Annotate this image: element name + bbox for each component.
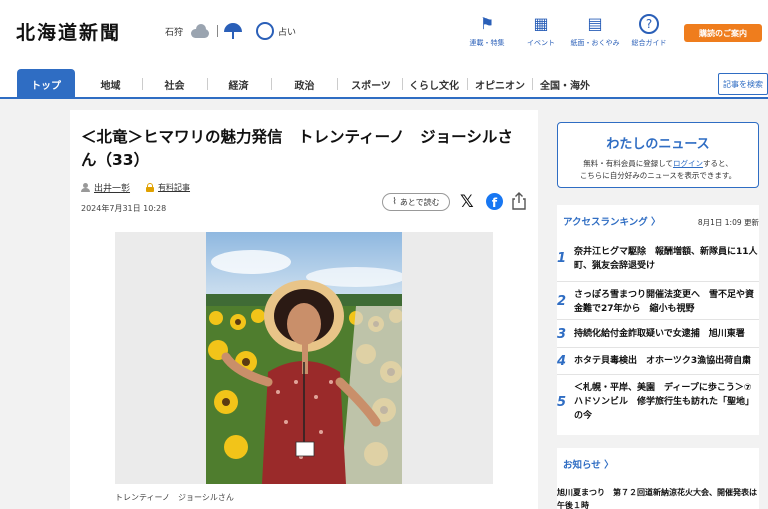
fortune-icon: [256, 22, 275, 40]
tab-society[interactable]: 社会: [152, 72, 197, 96]
nav-guide-label: 総合ガイド: [631, 39, 667, 47]
notice-section: お知らせ 〉 旭川夏まつり 第７２回道新納涼花火大会、開催発表は午後１時: [557, 448, 759, 509]
rank-headline: 奈井江ヒグマ駆除 報酬増額、新隊員に11人 町、猟友会辞退受け: [574, 247, 767, 271]
read-later-button[interactable]: ⌇ あとで読む: [382, 193, 450, 211]
tab-top[interactable]: トップ: [17, 69, 75, 99]
notice-item[interactable]: 旭川夏まつり 第７２回道新納涼花火大会、開催発表は午後１時: [557, 486, 759, 509]
site-header: 北海道新聞 石狩 占い ⚑ 連載・特集 ▦ イベント ▤ 紙面・おくやみ ? 総…: [0, 0, 768, 66]
tab-national[interactable]: 全国・海外: [536, 72, 594, 96]
fortune-label: 占い: [278, 27, 297, 38]
share-icon[interactable]: [512, 192, 526, 210]
nav-guide[interactable]: ? 総合ガイド: [622, 14, 676, 48]
site-logo[interactable]: 北海道新聞: [16, 18, 121, 45]
weather-divider: [217, 25, 219, 37]
article-search-button[interactable]: 記事を検索: [718, 73, 768, 95]
nav-paper[interactable]: ▤ 紙面・おくやみ: [568, 14, 622, 48]
ranking-divider: [557, 374, 759, 375]
tab-divider: [467, 78, 468, 90]
rank-headline: 持続化給付金詐取疑いで女逮捕 旭川東署: [574, 329, 745, 339]
weather-widget[interactable]: 石狩 占い: [165, 22, 296, 40]
notice-title[interactable]: お知らせ 〉: [563, 457, 614, 471]
article-main: ＜北竜＞ヒマワリの魅力発信 トレンティーノ ジョーシルさん（33） 出井一彰 有…: [70, 110, 538, 509]
paperclip-icon: ⌇: [392, 197, 397, 207]
nav-paper-label: 紙面・おくやみ: [570, 39, 620, 47]
paid-article-link[interactable]: 有料記事: [158, 182, 190, 193]
ranking-divider: [557, 281, 759, 282]
tab-divider: [142, 78, 143, 90]
my-news-text-2: すると、: [703, 159, 733, 168]
calendar-icon: ▦: [533, 14, 549, 33]
nav-series-label: 連載・特集: [469, 39, 505, 47]
rank-number: 4: [557, 354, 567, 369]
my-news-title: わたしのニュース: [606, 137, 710, 152]
read-later-label: あとで読む: [399, 197, 440, 207]
nav-events[interactable]: ▦ イベント: [514, 14, 568, 48]
person-icon: [81, 183, 90, 192]
category-tabs: トップ 地域 社会 経済 政治 スポーツ くらし文化 オピニオン 全国・海外 記…: [0, 66, 768, 99]
ranking-divider: [557, 347, 759, 348]
lock-icon: [146, 183, 155, 192]
rank-headline: ホタテ貝毒検出 オホーツク3漁協出荷自粛: [574, 356, 752, 366]
ranking-divider: [557, 319, 759, 320]
subscribe-button[interactable]: 購読のご案内: [684, 24, 762, 42]
fortune-link[interactable]: 占い: [256, 22, 296, 40]
tab-sports[interactable]: スポーツ: [345, 72, 397, 96]
umbrella-icon: [224, 23, 243, 39]
rank-headline: さっぽろ雪まつり開催法変更へ 雪不足や資金難で27年から 縮小も視野: [574, 290, 755, 314]
login-link[interactable]: ログイン: [673, 159, 703, 168]
ranking-updated: 8月1日 1:09 更新: [697, 218, 759, 227]
question-icon: ?: [639, 14, 659, 34]
region-label: 石狩: [165, 27, 184, 38]
tab-opinion[interactable]: オピニオン: [470, 72, 530, 96]
nav-events-label: イベント: [527, 39, 555, 47]
ranking-title[interactable]: アクセスランキング 〉: [563, 214, 661, 228]
my-news-description: 無料・有料会員に登録してログインすると、 こちらに自分好みのニュースを表示できま…: [558, 158, 758, 182]
tab-divider: [402, 78, 403, 90]
header-nav-icons: ⚑ 連載・特集 ▦ イベント ▤ 紙面・おくやみ ? 総合ガイド: [460, 14, 676, 48]
article-title: ＜北竜＞ヒマワリの魅力発信 トレンティーノ ジョーシルさん（33）: [81, 128, 513, 169]
article-photo[interactable]: [206, 232, 402, 484]
tab-divider: [337, 78, 338, 90]
tab-culture[interactable]: くらし文化: [404, 72, 464, 96]
tab-politics[interactable]: 政治: [282, 72, 327, 96]
author-row: 出井一彰 有料記事: [81, 181, 190, 194]
x-share-icon[interactable]: 𝕏: [460, 192, 474, 212]
my-news-text-3: こちらに自分好みのニュースを表示できます。: [579, 171, 737, 180]
my-news-box: わたしのニュース 無料・有料会員に登録してログインすると、 こちらに自分好みのニ…: [557, 122, 759, 188]
rank-number: 1: [557, 251, 567, 266]
publish-date: 2024年7月31日 10:28: [81, 204, 167, 213]
rank-number: 2: [557, 294, 567, 309]
tab-divider: [532, 78, 533, 90]
tab-region[interactable]: 地域: [88, 72, 133, 96]
facebook-share-icon[interactable]: f: [486, 193, 503, 210]
rank-number: 5: [557, 395, 567, 410]
nav-series[interactable]: ⚑ 連載・特集: [460, 14, 514, 48]
author-link[interactable]: 出井一彰: [94, 181, 130, 194]
access-ranking: アクセスランキング 〉 8月1日 1:09 更新 1 奈井江ヒグマ駆除 報酬増額…: [557, 205, 767, 435]
rank-headline: ＜札幌・平岸、美園 ディープに歩こう＞⑦ ハドソンビル 修学旅行生も訪れた「聖地…: [574, 383, 761, 421]
photo-caption: トレンティーノ ジョーシルさん: [115, 493, 234, 502]
tab-divider: [207, 78, 208, 90]
flag-icon: ⚑: [479, 14, 495, 33]
tab-economy[interactable]: 経済: [216, 72, 261, 96]
my-news-text-1: 無料・有料会員に登録して: [583, 159, 674, 168]
newspaper-icon: ▤: [587, 14, 603, 33]
rank-number: 3: [557, 327, 567, 342]
tab-divider: [271, 78, 272, 90]
article-photo-frame: [115, 232, 493, 484]
cloud-icon: [189, 24, 211, 38]
